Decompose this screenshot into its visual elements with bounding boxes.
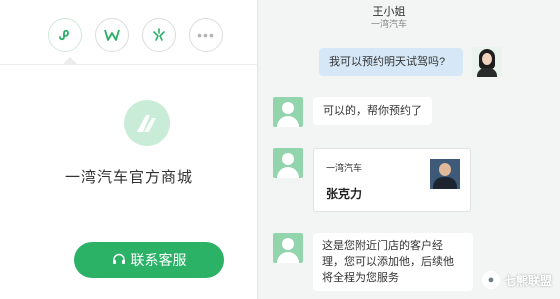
headset-icon bbox=[112, 253, 125, 264]
my-avatar[interactable] bbox=[472, 47, 502, 77]
mini-program-icon-svg bbox=[59, 29, 69, 41]
contact-company: 一湾汽车 bbox=[370, 19, 407, 29]
divider bbox=[0, 64, 258, 65]
store-logo-svg bbox=[137, 115, 156, 132]
brand-icon-svg bbox=[104, 29, 120, 41]
avatar-head bbox=[282, 153, 294, 165]
icon-row: ••• bbox=[48, 18, 223, 52]
wechat-official-icon: ● bbox=[481, 271, 500, 289]
brand-icon[interactable] bbox=[95, 18, 129, 52]
avatar-head bbox=[282, 102, 294, 114]
agent-avatar[interactable] bbox=[273, 233, 303, 263]
contact-card[interactable]: 一湾汽车 张克力 bbox=[313, 148, 471, 212]
store-name: 一湾汽车官方商城 bbox=[64, 169, 193, 186]
card-photo bbox=[430, 159, 460, 189]
message-bubble-other: 这是您附近门店的客户经理，您可以添加他，后续他将全程为您服务 bbox=[313, 233, 473, 291]
message-text: 这是您附近门店的客户经理，您可以添加他，后续他将全程为您服务 bbox=[322, 240, 454, 284]
photo-head bbox=[439, 163, 451, 176]
avatar-body bbox=[277, 252, 299, 263]
mini-program-icon[interactable] bbox=[48, 18, 82, 52]
agent-avatar[interactable] bbox=[273, 148, 303, 178]
avatar-body bbox=[277, 116, 299, 127]
message-bubble-me: 我可以预约明天试驾吗? bbox=[319, 48, 463, 76]
contact-service-label: 联系客服 bbox=[130, 252, 187, 268]
message-text: 我可以预约明天试驾吗? bbox=[329, 56, 446, 68]
photo-body bbox=[433, 177, 457, 189]
avatar-shirt bbox=[477, 68, 497, 77]
sparkle-icon[interactable] bbox=[142, 18, 176, 52]
store-logo-icon bbox=[124, 100, 170, 146]
sparkle-icon-svg bbox=[153, 28, 165, 41]
card-company: 一湾汽车 bbox=[326, 163, 363, 173]
agent-avatar[interactable] bbox=[273, 97, 303, 127]
watermark-text: 七熊联盟 bbox=[503, 273, 552, 288]
left-panel: ••• 一湾汽车官方商城 联系客服 bbox=[0, 0, 258, 299]
avatar-body bbox=[277, 167, 299, 178]
avatar-head bbox=[282, 238, 294, 250]
card-name: 张克力 bbox=[326, 187, 363, 201]
avatar-face bbox=[482, 53, 492, 65]
message-bubble-other: 可以的，帮你预约了 bbox=[313, 97, 432, 125]
more-icon[interactable]: ••• bbox=[189, 18, 223, 52]
chat-panel: 王小姐 一湾汽车 我可以预约明天试驾吗? 可以的，帮你预约了 一湾汽车 张克力 … bbox=[259, 0, 560, 299]
watermark: ● 七熊联盟 bbox=[481, 271, 552, 289]
message-text: 可以的，帮你预约了 bbox=[323, 105, 422, 117]
contact-service-button[interactable]: 联系客服 bbox=[74, 242, 224, 278]
active-tab-pointer bbox=[63, 57, 77, 64]
